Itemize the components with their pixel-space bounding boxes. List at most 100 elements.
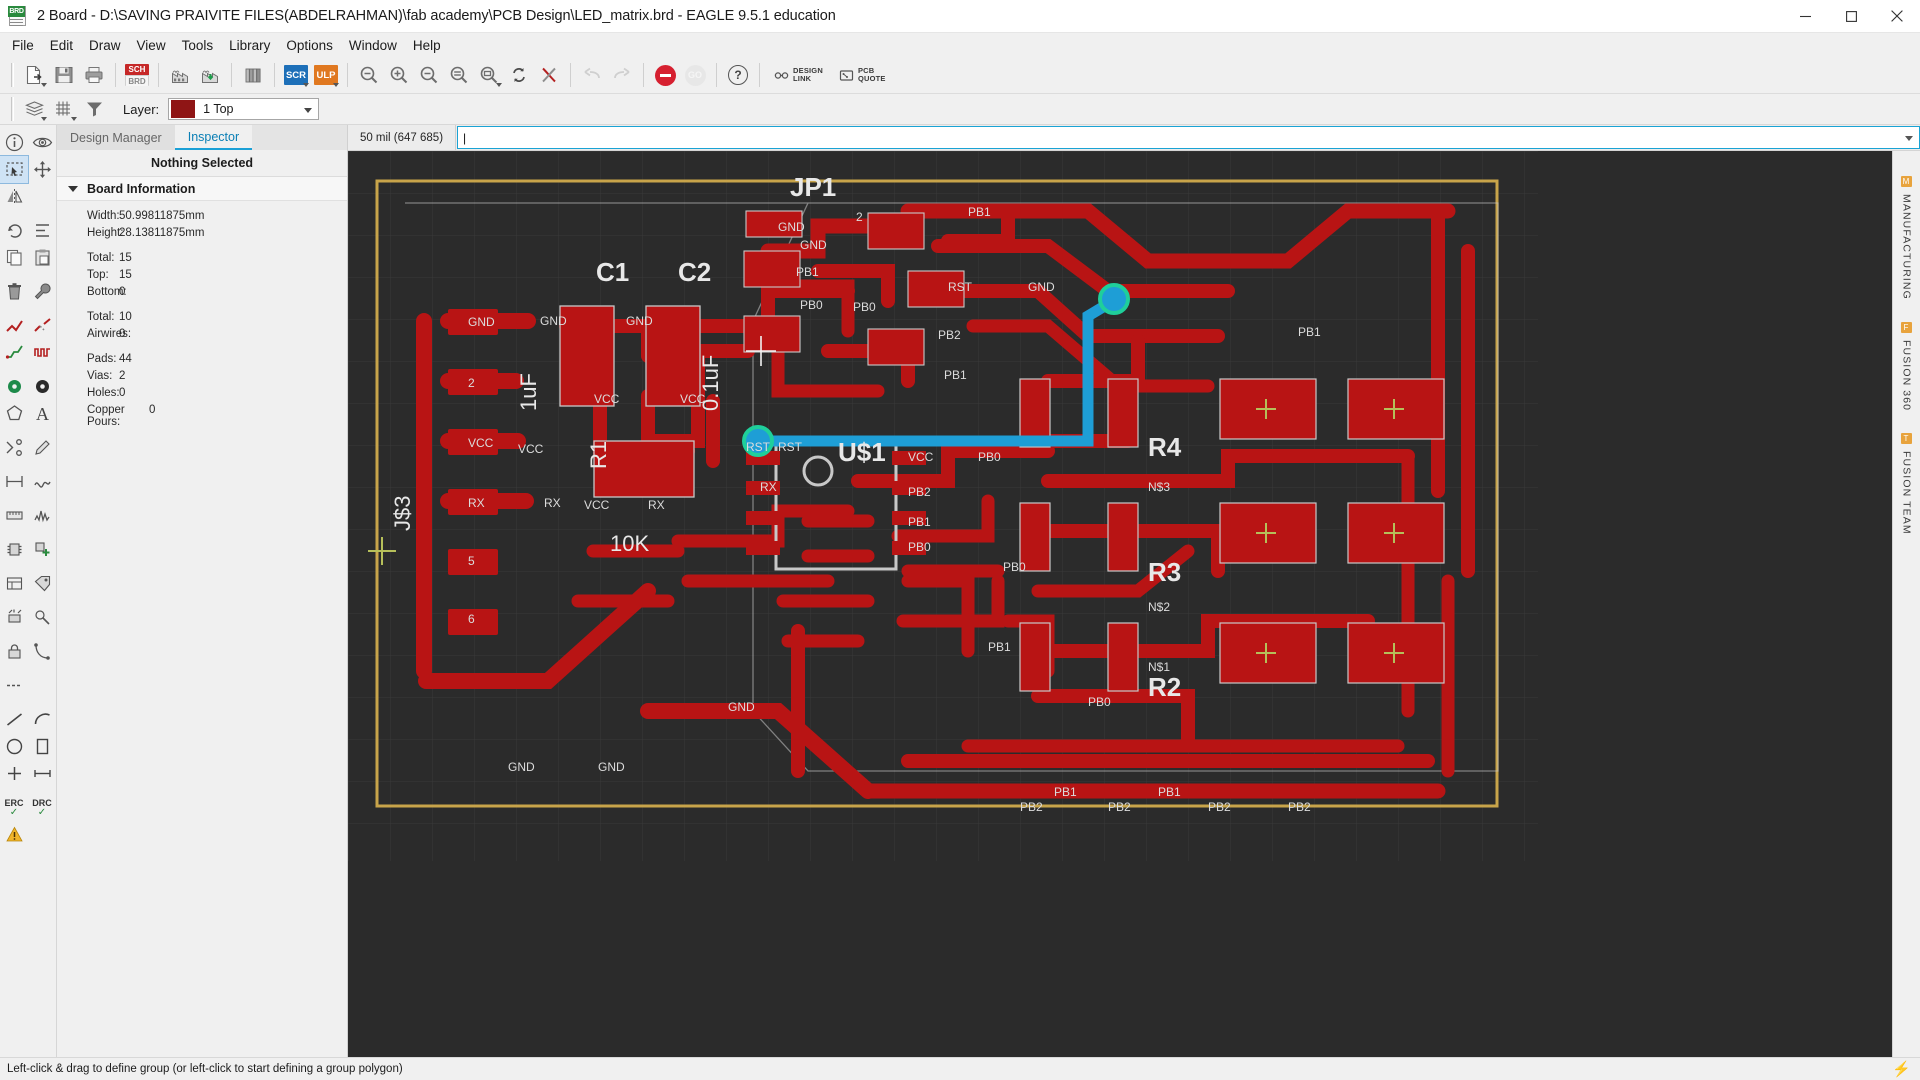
zoom-select-icon[interactable] [474,60,504,90]
dimension-icon[interactable] [0,468,28,495]
command-input[interactable]: | [457,126,1920,149]
tab-design-manager[interactable]: Design Manager [57,125,175,150]
erc-icon[interactable]: ERC ✓ [0,794,28,821]
mirror-icon[interactable] [0,183,28,210]
paste-icon[interactable] [28,244,56,271]
attribute-icon[interactable] [0,570,28,597]
layers-stack-icon[interactable] [19,94,49,124]
package-icon[interactable] [0,536,28,563]
printer-icon[interactable] [79,60,109,90]
board-information-section-header[interactable]: Board Information [57,177,347,201]
redo-arrow-icon[interactable] [607,60,637,90]
file-open-icon[interactable] [19,60,49,90]
copy-icon[interactable] [0,244,28,271]
undo-arrow-icon[interactable] [577,60,607,90]
side-tab-manufacturing[interactable]: M MANUFACTURING [1901,165,1913,311]
route-wire-icon[interactable] [0,312,28,339]
smash-icon[interactable] [0,604,28,631]
menu-edit[interactable]: Edit [42,35,81,56]
side-tab-fusion-360[interactable]: F FUSION 360 [1901,311,1913,422]
group-select-icon[interactable] [0,155,29,184]
toolbar-separator [570,63,571,87]
trash-icon[interactable] [0,278,28,305]
drc-icon[interactable]: DRC ✓ [28,794,56,821]
question-mark-icon[interactable]: ? [723,60,753,90]
save-floppy-icon[interactable] [49,60,79,90]
menu-tools[interactable]: Tools [174,35,222,56]
books-icon[interactable] [238,60,268,90]
info-circle-icon[interactable] [0,129,28,156]
menu-window[interactable]: Window [341,35,405,56]
go-icon[interactable]: GO [680,60,710,90]
menu-view[interactable]: View [129,35,174,56]
warning-triangle-icon[interactable] [0,821,28,848]
menu-draw[interactable]: Draw [81,35,129,56]
hole-plus-icon[interactable] [0,760,28,787]
factory-download-icon[interactable] [195,60,225,90]
pcb-canvas[interactable]: JP1 C1 C2 U$1 R4 R3 R2 R1 J$3 1uF 0.1uF … [348,151,1892,1057]
maximize-button[interactable] [1828,0,1874,33]
menu-options[interactable]: Options [278,35,341,56]
rotate-icon[interactable] [0,217,28,244]
rectangle-icon[interactable] [28,733,56,760]
zoom-in-icon[interactable] [384,60,414,90]
stop-icon[interactable] [650,60,680,90]
ripup-icon[interactable] [28,312,56,339]
via-icon[interactable] [28,373,56,400]
refresh-icon[interactable] [504,60,534,90]
pcb-quote-button[interactable]: PCB QUOTE [831,60,894,90]
eye-icon[interactable] [28,129,56,156]
arc-icon[interactable] [28,706,56,733]
svg-text:PB1: PB1 [1054,785,1077,799]
ulp-label: ULP [314,65,338,85]
split-icon[interactable] [0,434,28,461]
wrench-icon[interactable] [28,278,56,305]
add-part-icon[interactable] [28,536,56,563]
text-a-icon[interactable]: A [28,400,56,427]
tab-inspector[interactable]: Inspector [174,125,253,150]
pencil-icon[interactable] [28,434,56,461]
polygon-icon[interactable] [0,400,28,427]
zoom-redraw-icon[interactable] [444,60,474,90]
design-link-button[interactable]: DESIGN LINK [766,60,831,90]
grid-icon[interactable] [49,94,79,124]
layer-select[interactable]: 1 Top [168,98,320,120]
side-tab-fusion-team[interactable]: T FUSION TEAM [1901,422,1913,546]
menu-library[interactable]: Library [221,35,278,56]
line-icon[interactable] [0,706,28,733]
scr-icon[interactable]: SCR [281,60,311,90]
factory-icon[interactable] [165,60,195,90]
svg-text:5: 5 [468,554,475,568]
lock-icon[interactable] [0,638,28,665]
circle-outline-icon[interactable] [0,733,28,760]
toolbar-grip[interactable] [11,63,14,87]
autorouter-icon[interactable] [0,339,28,366]
name-tag-icon[interactable] [28,570,56,597]
info-key: Total: [87,252,115,264]
zoom-fit-icon[interactable] [354,60,384,90]
minimize-button[interactable] [1782,0,1828,33]
note-icon[interactable] [28,468,56,495]
value-icon[interactable] [28,604,56,631]
menu-help[interactable]: Help [405,35,449,56]
signal-wave-icon[interactable] [28,502,56,529]
change-icon[interactable] [28,217,56,244]
menu-file[interactable]: File [4,35,42,56]
ratsnest-icon[interactable] [534,60,564,90]
sch-brd-icon[interactable]: SCH BRD [122,60,152,90]
layerbar-grip[interactable] [11,97,14,121]
chevron-down-icon[interactable] [1905,136,1913,141]
ulp-icon[interactable]: ULP [311,60,341,90]
mark-icon[interactable] [28,760,56,787]
info-row: Vias: 2 [57,370,347,387]
ratsnest-tool-icon[interactable] [28,638,56,665]
zoom-out-icon[interactable] [414,60,444,90]
filled-circle-icon[interactable] [0,373,28,400]
info-key: Copper Pours: [87,404,125,428]
close-button[interactable] [1874,0,1920,33]
meander-icon[interactable] [28,339,56,366]
funnel-filter-icon[interactable] [79,94,109,124]
move-arrows-icon[interactable] [28,156,56,183]
ruler-icon[interactable] [0,502,28,529]
airwire-icon[interactable] [0,672,28,699]
